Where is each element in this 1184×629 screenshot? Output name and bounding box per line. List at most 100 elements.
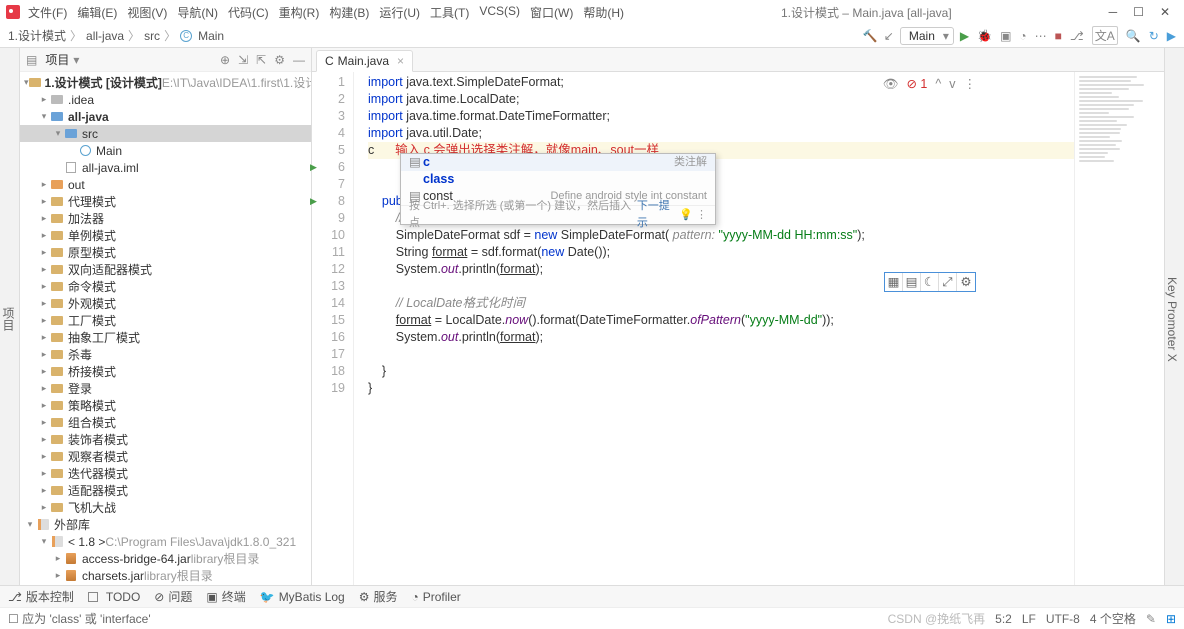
tree-item[interactable]: ▸双向适配器模式 [20, 261, 311, 278]
debug-icon[interactable]: 🐞 [977, 29, 992, 43]
minimap[interactable] [1074, 72, 1164, 585]
reader-icon[interactable]: ▤ [903, 273, 921, 291]
menu-tools[interactable]: 工具(T) [430, 4, 469, 21]
error-count-icon[interactable]: ⊘ 1 [906, 76, 927, 93]
tree-item[interactable]: ▸加法器 [20, 210, 311, 227]
popup-item-c[interactable]: ▤c类注解 [401, 154, 715, 171]
crumb-class[interactable]: Main [198, 29, 224, 43]
popup-more-icon[interactable]: ⋮ [696, 207, 707, 224]
gear-icon[interactable]: ⚙ [957, 273, 975, 291]
project-view-icon[interactable]: ▤ [26, 53, 37, 67]
tree-item[interactable]: ▾1.设计模式 [设计模式] E:\IT\Java\IDEA\1.first\1… [20, 74, 311, 91]
terminal-tab[interactable]: ▣终端 [206, 588, 245, 605]
maximize-icon[interactable]: ☐ [1133, 5, 1144, 19]
minimize-icon[interactable]: ─ [1109, 5, 1118, 19]
menu-code[interactable]: 代码(C) [228, 4, 269, 21]
search-icon[interactable]: 🔍 [1126, 29, 1141, 43]
crumb-project[interactable]: 1.设计模式 [8, 27, 66, 44]
caret-position[interactable]: 5:2 [995, 612, 1012, 626]
inspection-widget[interactable]: 👁 ⊘ 1 ^ v ⋮ [883, 76, 976, 93]
panel-settings-icon[interactable]: ⚙ [274, 53, 285, 67]
ide-settings-icon[interactable]: ▶ [1167, 29, 1176, 43]
grid-icon[interactable]: ▦ [885, 273, 903, 291]
tree-item[interactable]: ▸桥接模式 [20, 363, 311, 380]
file-encoding[interactable]: UTF-8 [1046, 612, 1080, 626]
tree-item[interactable]: ▾< 1.8 > C:\Program Files\Java\jdk1.8.0_… [20, 533, 311, 550]
tree-item[interactable]: ▾外部库 [20, 516, 311, 533]
tree-item[interactable]: ▸单例模式 [20, 227, 311, 244]
menu-run[interactable]: 运行(U) [379, 4, 420, 21]
tree-item[interactable]: all-java.iml [20, 159, 311, 176]
todo-tab[interactable]: TODO [88, 590, 140, 604]
status-tool-icon[interactable]: ☐ [8, 612, 19, 626]
key-promoter-tab[interactable]: Key Promoter X [1165, 277, 1179, 362]
close-icon[interactable]: ✕ [1160, 5, 1170, 19]
tree-item[interactable]: ▸外观模式 [20, 295, 311, 312]
tree-item[interactable]: ▸access-bridge-64.jar library根目录 [20, 550, 311, 567]
hide-panel-icon[interactable]: — [293, 53, 305, 67]
run-config-selector[interactable]: Main [900, 27, 954, 45]
menu-edit[interactable]: 编辑(E) [77, 4, 117, 21]
build-icon[interactable]: 🔨 [863, 29, 878, 43]
menu-build[interactable]: 构建(B) [329, 4, 369, 21]
menu-help[interactable]: 帮助(H) [583, 4, 624, 21]
stop-icon[interactable]: ■ [1055, 29, 1062, 43]
tree-item[interactable]: ▾src [20, 125, 311, 142]
more-run-icon[interactable]: ⋯ [1035, 29, 1047, 43]
inspection-menu-icon[interactable]: ⋮ [964, 76, 977, 93]
profiler-tab[interactable]: ◔Profiler [412, 590, 461, 604]
tree-item[interactable]: ▸策略模式 [20, 397, 311, 414]
services-tab[interactable]: ⚙服务 [359, 588, 398, 605]
menu-view[interactable]: 视图(V) [127, 4, 167, 21]
mybatis-tab[interactable]: 🐦MyBatis Log [260, 590, 345, 604]
tree-item[interactable]: ▸cldrdata.jar library根目录 [20, 584, 311, 585]
collapse-all-icon[interactable]: ⇱ [256, 53, 266, 67]
crumb-module[interactable]: all-java [86, 29, 124, 43]
crumb-src[interactable]: src [144, 29, 160, 43]
popup-next-hint-link[interactable]: 下一提示 [637, 198, 679, 232]
tree-item[interactable]: ▸抽象工厂模式 [20, 329, 311, 346]
editor-tab-main[interactable]: C Main.java × [316, 50, 413, 72]
tree-item[interactable]: ▸原型模式 [20, 244, 311, 261]
tree-item[interactable]: ▾all-java [20, 108, 311, 125]
tree-item[interactable]: ▸登录 [20, 380, 311, 397]
menu-vcs[interactable]: VCS(S) [479, 4, 520, 21]
popup-item-class[interactable]: class [401, 171, 715, 188]
line-gutter[interactable]: 123456▶78▶910111213141516171819 [312, 72, 354, 585]
tree-item[interactable]: ▸适配器模式 [20, 482, 311, 499]
next-highlight-icon[interactable]: v [949, 76, 955, 93]
tree-item[interactable]: ▸组合模式 [20, 414, 311, 431]
tree-item[interactable]: ▸out [20, 176, 311, 193]
windows-icon[interactable]: ⊞ [1166, 612, 1176, 626]
floating-toolbar[interactable]: ▦ ▤ ☾ ⤢ ⚙ [884, 272, 976, 292]
prev-highlight-icon[interactable]: ^ [935, 76, 941, 93]
project-panel-title[interactable]: 项目 ▾ [45, 51, 79, 68]
expand-icon[interactable]: ⤢ [939, 273, 957, 291]
tree-item[interactable]: ▸装饰者模式 [20, 431, 311, 448]
problems-tab[interactable]: ⊘问题 [154, 588, 192, 605]
tree-item[interactable]: ▸charsets.jar library根目录 [20, 567, 311, 584]
close-tab-icon[interactable]: × [397, 54, 404, 68]
readonly-icon[interactable]: ✎ [1146, 612, 1156, 626]
settings-sync-icon[interactable]: ↻ [1149, 29, 1159, 43]
indent-setting[interactable]: 4 个空格 [1090, 610, 1136, 627]
tree-item[interactable]: ▸飞机大战 [20, 499, 311, 516]
moon-icon[interactable]: ☾ [921, 273, 939, 291]
tree-item[interactable]: ▸代理模式 [20, 193, 311, 210]
git-branch-icon[interactable]: ⎇ [1070, 29, 1084, 43]
menu-window[interactable]: 窗口(W) [530, 4, 573, 21]
tree-item[interactable]: ▸观察者模式 [20, 448, 311, 465]
menu-refactor[interactable]: 重构(R) [279, 4, 320, 21]
reader-mode-icon[interactable]: 👁 [883, 76, 899, 93]
run-icon[interactable]: ▶ [960, 29, 969, 43]
project-tool-tab[interactable]: 项目 [0, 307, 17, 331]
coverage-icon[interactable]: ▣ [1000, 29, 1011, 43]
menu-navigate[interactable]: 导航(N) [177, 4, 218, 21]
expand-all-icon[interactable]: ⇲ [238, 53, 248, 67]
vcs-tab[interactable]: ⎇版本控制 [8, 588, 74, 605]
profile-icon[interactable]: ◔ [1019, 29, 1026, 43]
menu-file[interactable]: 文件(F) [28, 4, 67, 21]
tree-item[interactable]: ▸杀毒 [20, 346, 311, 363]
completion-popup[interactable]: ▤c类注解 class ▤constDefine android style i… [400, 153, 716, 225]
translate-icon[interactable]: 文A [1092, 26, 1118, 45]
